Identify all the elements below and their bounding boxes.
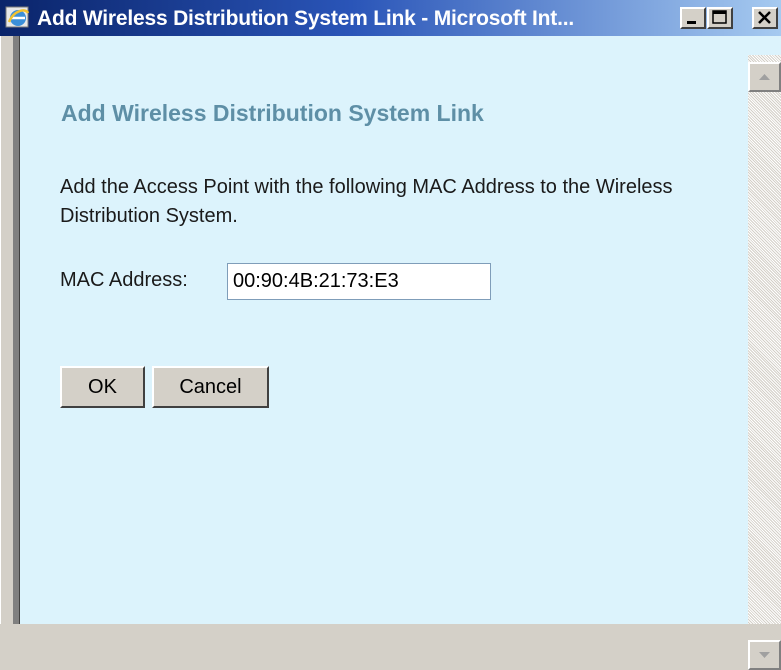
minimize-button[interactable] [680, 7, 706, 29]
ok-button[interactable]: OK [60, 366, 145, 408]
cancel-button[interactable]: Cancel [152, 366, 269, 408]
mac-address-label: MAC Address: [60, 269, 188, 291]
close-icon [758, 11, 771, 24]
title-bar[interactable]: Add Wireless Distribution System Link - … [0, 0, 781, 36]
scroll-up-button[interactable] [748, 62, 781, 92]
minimize-icon [687, 21, 696, 24]
content-top-strip [20, 36, 781, 55]
close-button[interactable] [752, 7, 778, 29]
mac-address-input[interactable] [227, 263, 491, 300]
browser-popup-window: Add Wireless Distribution System Link - … [0, 0, 781, 670]
window-title: Add Wireless Distribution System Link - … [37, 7, 575, 30]
scrollbar-top-gap [748, 36, 781, 55]
arrow-down-icon [759, 652, 770, 658]
maximize-button[interactable] [707, 7, 733, 29]
arrow-up-icon [759, 74, 770, 80]
vertical-scrollbar[interactable] [748, 55, 781, 670]
internet-explorer-icon[interactable] [4, 4, 32, 32]
description-text: Add the Access Point with the following … [60, 176, 673, 227]
page-title: Add Wireless Distribution System Link [61, 100, 484, 126]
page-content [20, 55, 748, 624]
maximize-icon [712, 10, 727, 24]
scroll-down-button[interactable] [748, 640, 781, 670]
window-left-frame-shadow [13, 36, 20, 624]
